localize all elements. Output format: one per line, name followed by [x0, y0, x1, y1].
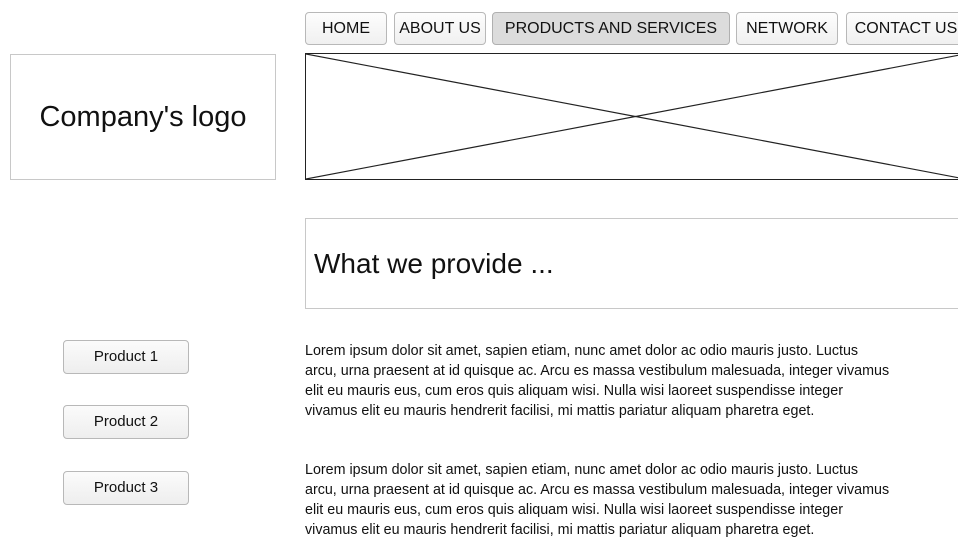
- nav-products-and-services[interactable]: PRODUCTS AND SERVICES: [492, 12, 730, 45]
- nav-about-us[interactable]: ABOUT US: [394, 12, 486, 45]
- banner-image-placeholder: [305, 53, 958, 180]
- paragraph-line: arcu, urna praesent at id quisque ac. Ar…: [305, 482, 890, 498]
- nav-network[interactable]: NETWORK: [736, 12, 838, 45]
- paragraph-line: Lorem ipsum dolor sit amet, sapien etiam…: [305, 343, 859, 359]
- product-2-button[interactable]: Product 2: [63, 405, 189, 439]
- product-3-button[interactable]: Product 3: [63, 471, 189, 505]
- nav-home[interactable]: HOME: [305, 12, 387, 45]
- nav-contact-us[interactable]: CONTACT US: [846, 12, 958, 45]
- paragraph-line: arcu, urna praesent at id quisque ac. Ar…: [305, 363, 890, 379]
- section-heading: What we provide ...: [305, 218, 958, 309]
- paragraph-line: vivamus elit eu mauris hendrerit facilis…: [305, 403, 815, 419]
- content-paragraph-2: Lorem ipsum dolor sit amet, sapien etiam…: [305, 460, 958, 540]
- paragraph-line: elit eu mauris eus, cum eros quis aliqua…: [305, 383, 843, 399]
- product-1-button[interactable]: Product 1: [63, 340, 189, 374]
- company-logo[interactable]: Company's logo: [10, 54, 276, 180]
- page: HOME ABOUT US PRODUCTS AND SERVICES NETW…: [0, 0, 958, 543]
- paragraph-line: vivamus elit eu mauris hendrerit facilis…: [305, 522, 815, 538]
- paragraph-line: Lorem ipsum dolor sit amet, sapien etiam…: [305, 462, 859, 478]
- content-paragraph-1: Lorem ipsum dolor sit amet, sapien etiam…: [305, 341, 958, 421]
- paragraph-line: elit eu mauris eus, cum eros quis aliqua…: [305, 502, 843, 518]
- placeholder-cross-icon: [306, 54, 958, 179]
